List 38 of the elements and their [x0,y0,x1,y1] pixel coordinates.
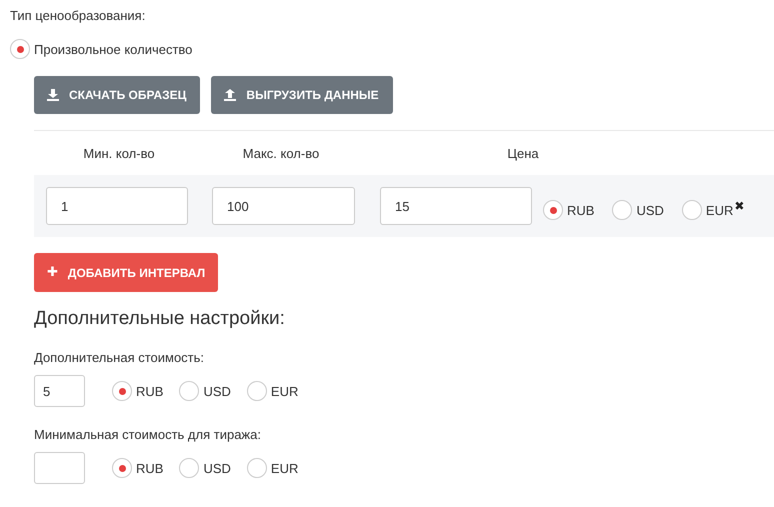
radio-button[interactable] [682,200,702,220]
radio-button[interactable] [612,200,632,220]
download-icon [47,89,59,101]
pricing-type-label: Тип ценообразования: [10,8,146,23]
radio-button[interactable] [112,458,132,478]
column-header: Макс. кол-во [242,146,320,160]
currency-label: EUR [270,384,298,398]
upload-icon [224,89,236,101]
radio-button[interactable] [246,458,267,478]
price-field[interactable]: 15 [380,187,532,225]
currency-label: USD [203,384,231,398]
section-heading: Дополнительные настройки: [34,308,286,330]
upload-data-button[interactable]: ВЫГРУЗИТЬ ДАННЫЕ [211,76,393,114]
cost-field[interactable]: 5 [34,375,85,407]
min-quantity-field[interactable]: 1 [46,187,188,225]
currency-label: RUB [567,202,594,218]
radio-button[interactable] [246,381,267,401]
cost-field[interactable] [34,452,85,484]
column-header: Мин. кол-во [82,146,156,160]
add-interval-button[interactable]: ✚ ДОБАВИТЬ ИНТЕРВАЛ [34,253,218,292]
currency-label: USD [203,460,231,476]
currency-label: USD [636,202,664,218]
currency-label: RUB [136,460,164,476]
radio-button[interactable] [179,381,200,401]
currency-label: RUB [136,384,164,398]
radio-button[interactable] [543,200,563,220]
download-sample-button[interactable]: СКАЧАТЬ ОБРАЗЕЦ [34,76,200,114]
field-label: Минимальная стоимость для тиража: [34,427,262,442]
radio-button[interactable] [112,381,132,401]
currency-label: EUR [706,202,734,218]
max-quantity-field[interactable]: 100 [212,187,355,225]
radio-button[interactable] [10,39,30,59]
remove-icon[interactable]: ✖ [734,199,744,213]
option-label: Произвольное количество [34,42,192,56]
currency-label: EUR [270,460,298,476]
column-header: Цена [506,146,540,160]
field-label: Дополнительная стоимость: [34,350,206,365]
radio-button[interactable] [179,458,200,478]
